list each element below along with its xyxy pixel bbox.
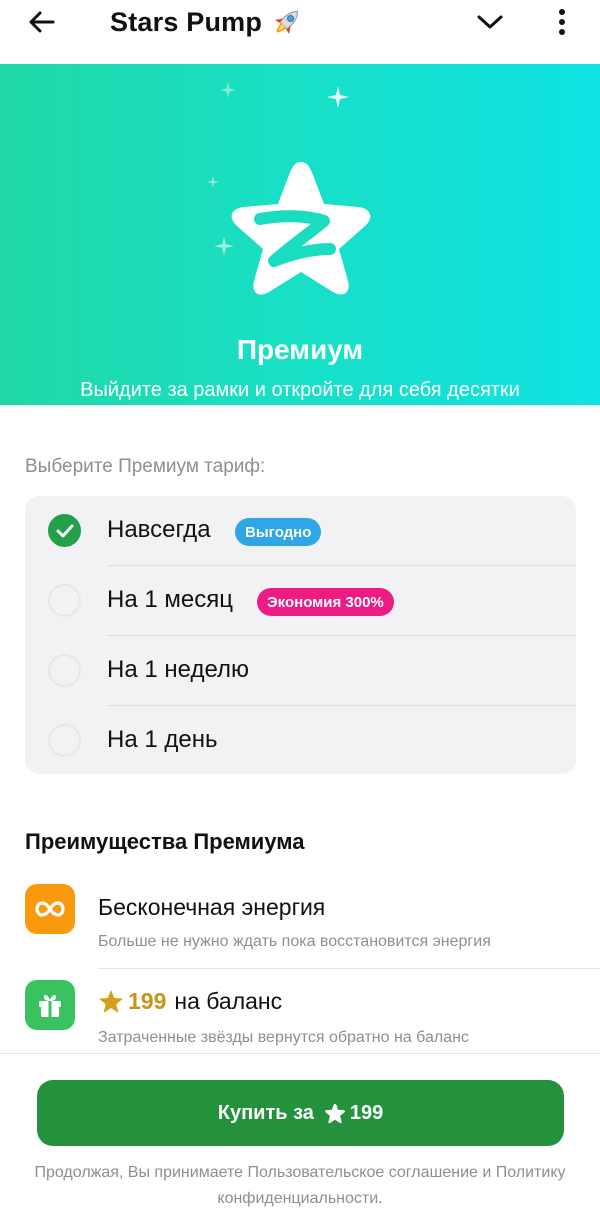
balance-amount: 199: [128, 988, 167, 1014]
tariff-week[interactable]: На 1 неделю: [25, 636, 576, 706]
benefit-title: 199 на баланс: [98, 988, 282, 1015]
app-title: Stars Pump: [110, 4, 304, 40]
premium-hero: Премиум Выйдите за рамки и откройте для …: [0, 64, 600, 432]
infinity-icon: [35, 901, 65, 917]
buy-button[interactable]: Купить за 199: [37, 1080, 564, 1146]
sparkle-icon: [327, 86, 349, 108]
check-icon: [56, 524, 73, 537]
radio-unchecked[interactable]: [48, 654, 81, 687]
tariff-label: Навсегда: [107, 516, 211, 543]
rocket-icon: [275, 10, 299, 35]
sparkle-icon: [207, 176, 219, 188]
benefit-subtitle: Больше не нужно ждать пока восстановится…: [98, 933, 491, 950]
hero-subtitle: Выйдите за рамки и откройте для себя дес…: [80, 379, 520, 432]
sparkle-icon: [220, 82, 236, 98]
star-icon: [324, 1103, 345, 1123]
tariff-label: На 1 неделю: [107, 656, 249, 683]
arrow-left-icon: [29, 11, 55, 33]
tariff-month[interactable]: На 1 месяц Экономия 300%: [25, 566, 576, 636]
benefit-icon: [25, 884, 75, 934]
gift-icon: [39, 995, 61, 1017]
benefit-title: Бесконечная энергия: [98, 894, 326, 920]
buy-price: 199: [349, 1101, 384, 1124]
tariff-label: На 1 день: [107, 726, 218, 753]
benefit-icon: [25, 980, 75, 1030]
hero-title: Премиум: [236, 334, 364, 365]
tariff-section-label: Выберите Премиум тариф:: [25, 456, 266, 477]
radio-unchecked[interactable]: [48, 724, 81, 757]
benefits-title: Преимущества Премиума: [25, 829, 305, 854]
top-bar: Stars Pump: [0, 0, 600, 44]
benefit-energy: Бесконечная энергия Больше не нужно ждат…: [0, 880, 600, 970]
buy-button-label: Купить за: [217, 1101, 314, 1124]
dropdown-button[interactable]: [472, 6, 508, 38]
tariff-day[interactable]: На 1 день: [25, 706, 576, 776]
tariff-label: На 1 месяц: [107, 586, 233, 613]
benefit-subtitle: Затраченные звёзды вернутся обратно на б…: [98, 1029, 469, 1046]
tariff-list: Навсегда Выгодно На 1 месяц Экономия 300…: [25, 496, 576, 774]
benefit-title-suffix: на баланс: [174, 988, 283, 1014]
premium-star-icon: [231, 162, 371, 295]
radio-checked[interactable]: [48, 514, 81, 547]
tariff-badge: Экономия 300%: [257, 588, 394, 616]
back-button[interactable]: [24, 5, 58, 39]
divider: [0, 1053, 600, 1054]
legal-notice: Продолжая, Вы принимаете Пользовательско…: [34, 1164, 566, 1207]
tariff-forever[interactable]: Навсегда Выгодно: [25, 496, 576, 566]
more-vertical-icon: [559, 9, 565, 35]
more-menu-button[interactable]: [548, 4, 576, 40]
app-title-text: Stars Pump: [110, 6, 263, 37]
divider: [98, 968, 600, 969]
radio-unchecked[interactable]: [48, 584, 81, 617]
chevron-down-icon: [477, 15, 503, 29]
tariff-badge: Выгодно: [235, 518, 322, 546]
star-icon: [99, 990, 123, 1013]
